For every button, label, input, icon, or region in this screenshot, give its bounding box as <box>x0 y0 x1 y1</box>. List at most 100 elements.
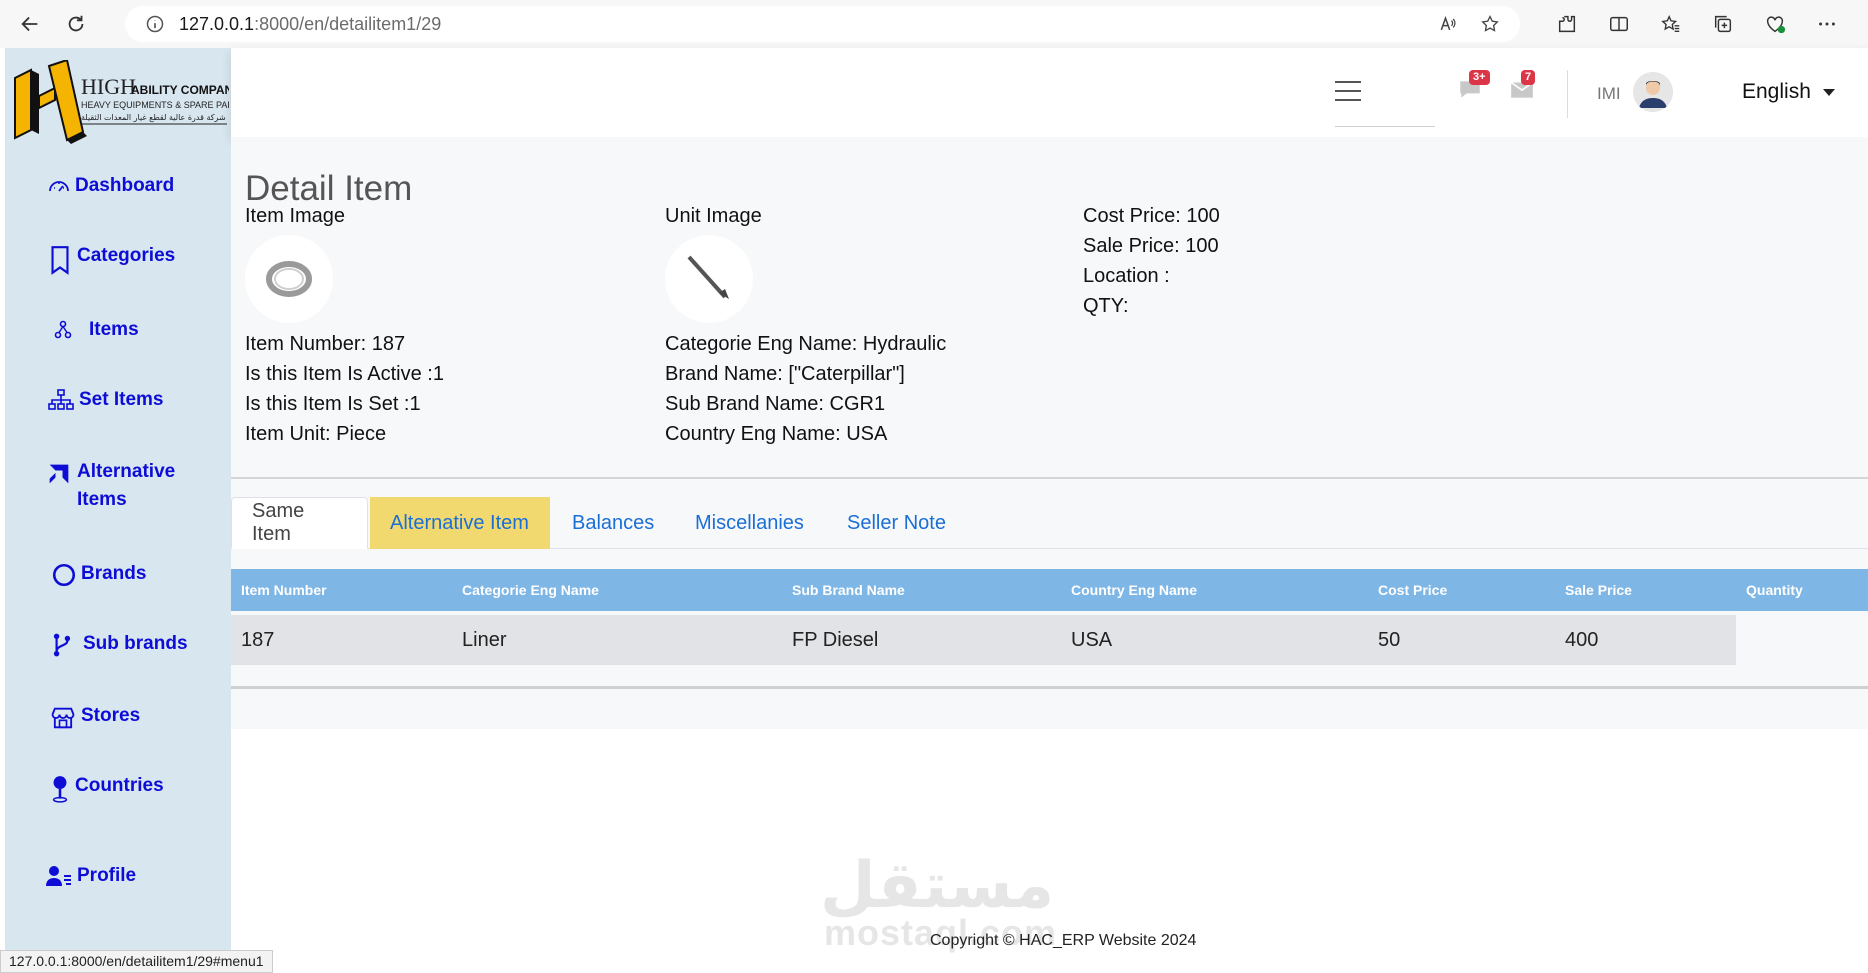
sidebar-item-label: Categories <box>77 245 176 266</box>
column-header: Cost Price <box>1378 582 1448 598</box>
header-divider <box>1567 70 1568 118</box>
bookmark-icon <box>51 246 69 275</box>
user-gear-icon <box>46 866 71 886</box>
address-bar[interactable]: 127.0.0.1:8000/en/detailitem1/29 <box>125 6 1520 42</box>
country-name: Country Eng Name: USA <box>665 423 888 445</box>
url-host: 127.0.0.1 <box>179 13 255 34</box>
quantity: QTY: <box>1083 295 1129 317</box>
more-options-icon[interactable] <box>1814 11 1840 37</box>
sidebar-item-label: Countries <box>75 775 164 796</box>
item-active: Is this Item Is Active :1 <box>245 363 444 385</box>
column-header: Item Number <box>241 582 327 598</box>
detail-tabs: Same Item Alternative Item Balances Misc… <box>231 497 1868 549</box>
sidebar-item-profile[interactable]: Profile <box>45 862 136 890</box>
collections-icon[interactable] <box>1710 11 1736 37</box>
logo-high-text: HIGH <box>81 74 136 99</box>
column-header: Sale Price <box>1565 582 1632 598</box>
hierarchy-icon <box>48 389 74 410</box>
sidebar-item-label: Sub brands <box>83 633 188 654</box>
column-header: Quantity <box>1746 582 1803 598</box>
avatar[interactable] <box>1633 72 1673 112</box>
branch-icon <box>53 633 71 657</box>
split-screen-icon[interactable] <box>1606 11 1632 37</box>
column-header: Categorie Eng Name <box>462 582 599 598</box>
url-path: :8000/en/detailitem1/29 <box>254 13 442 34</box>
speedometer-icon <box>49 181 69 192</box>
read-aloud-icon[interactable] <box>1438 14 1458 39</box>
tab-balances[interactable]: Balances <box>552 497 674 549</box>
language-dropdown[interactable]: English <box>1742 80 1835 104</box>
amd-logo-icon <box>49 464 69 484</box>
sidebar-item-label: Items <box>89 319 139 340</box>
browser-essentials-icon[interactable] <box>1762 11 1788 37</box>
table-header: Item Number Categorie Eng Name Sub Brand… <box>231 569 1868 611</box>
column-header: Sub Brand Name <box>792 582 905 598</box>
messages-badge: 3+ <box>1469 70 1490 85</box>
nodes-icon <box>54 320 72 339</box>
header-underline <box>1335 126 1435 127</box>
table-cell: 187 <box>241 629 275 651</box>
item-info-column-1: Item Image Item Number: 187 Is this Item… <box>245 201 444 449</box>
favorites-icon[interactable] <box>1658 11 1684 37</box>
item-number: Item Number: 187 <box>245 333 406 355</box>
sidebar-item-dashboard[interactable]: Dashboard <box>47 172 174 200</box>
sidebar-item-countries[interactable]: Countries <box>49 772 164 804</box>
sidebar-item-label: Profile <box>77 865 137 886</box>
table-cell: 50 <box>1378 629 1401 651</box>
sidebar-item-categories[interactable]: Categories <box>47 242 175 276</box>
main-content: Detail Item Item Image Item Number: 187 … <box>231 137 1868 729</box>
sidebar-item-label: Stores <box>81 705 141 726</box>
footer-copyright: Copyright © HAC_ERP Website 2024 <box>930 932 1197 949</box>
hamburger-menu-icon[interactable] <box>1335 81 1361 103</box>
table-cell: Liner <box>462 629 507 651</box>
sidebar-item-alternative-items[interactable]: Alternative Items <box>45 458 225 514</box>
sale-price: Sale Price: 100 <box>1083 235 1219 257</box>
tab-same-item[interactable]: Same Item <box>231 497 368 549</box>
logo-heavy-text: HEAVY EQUIPMENTS & SPARE PARTS <box>81 100 229 110</box>
column-header: Country Eng Name <box>1071 582 1198 598</box>
circle-icon <box>52 563 76 587</box>
user-name[interactable]: IMI <box>1597 84 1621 104</box>
company-logo[interactable]: HIGH ABILITY COMPANY HEAVY EQUIPMENTS & … <box>9 58 245 152</box>
location: Location : <box>1083 265 1170 287</box>
favorite-star-icon[interactable] <box>1480 14 1500 39</box>
unit-image-label: Unit Image <box>665 205 762 227</box>
language-label: English <box>1742 80 1811 103</box>
unit-image[interactable] <box>665 235 753 323</box>
tab-miscellanies[interactable]: Miscellanies <box>675 497 824 549</box>
divider <box>231 686 1868 689</box>
sidebar-item-sub-brands[interactable]: Sub brands <box>51 630 188 658</box>
caret-down-icon <box>1822 88 1835 96</box>
tab-seller-note[interactable]: Seller Note <box>827 497 966 549</box>
item-is-set: Is this Item Is Set :1 <box>245 393 421 415</box>
messages-button[interactable]: 3+ <box>1457 70 1490 104</box>
alerts-badge: 7 <box>1521 70 1536 85</box>
reload-icon[interactable] <box>58 6 94 42</box>
cost-price: Cost Price: 100 <box>1083 205 1220 227</box>
item-image-label: Item Image <box>245 205 346 227</box>
sidebar-item-items[interactable]: Items <box>51 316 139 344</box>
item-unit: Item Unit: Piece <box>245 423 387 445</box>
item-info-column-3: Cost Price: 100 Sale Price: 100 Location… <box>1083 201 1220 321</box>
table-row[interactable]: 187 Liner FP Diesel USA 50 400 <box>231 615 1736 665</box>
item-image[interactable] <box>245 235 333 323</box>
item-info-column-2: Unit Image Categorie Eng Name: Hydraulic… <box>665 201 946 449</box>
sidebar-item-label: Dashboard <box>75 175 175 196</box>
sidebar-item-label: Brands <box>81 563 147 584</box>
site-info-icon[interactable] <box>145 14 165 34</box>
tab-alternative-item[interactable]: Alternative Item <box>370 497 550 549</box>
extensions-icon[interactable] <box>1554 11 1580 37</box>
back-icon[interactable] <box>12 6 48 42</box>
sidebar-item-stores[interactable]: Stores <box>49 702 140 732</box>
divider <box>231 477 1868 479</box>
sidebar: HIGH ABILITY COMPANY HEAVY EQUIPMENTS & … <box>5 48 245 973</box>
alerts-button[interactable]: 7 <box>1509 70 1539 104</box>
browser-toolbar: 127.0.0.1:8000/en/detailitem1/29 <box>0 0 1868 48</box>
sidebar-item-label: Alternative Items <box>77 461 176 510</box>
sub-brand-name: Sub Brand Name: CGR1 <box>665 393 886 415</box>
sidebar-item-set-items[interactable]: Set Items <box>47 386 163 414</box>
sidebar-item-label: Set Items <box>79 389 164 410</box>
logo-ability-text: ABILITY COMPANY <box>131 83 229 97</box>
sidebar-item-brands[interactable]: Brands <box>51 560 146 588</box>
logo-arabic-text: شركة قدرة عالية لقطع غيار المعدات الثقيل… <box>81 113 226 122</box>
